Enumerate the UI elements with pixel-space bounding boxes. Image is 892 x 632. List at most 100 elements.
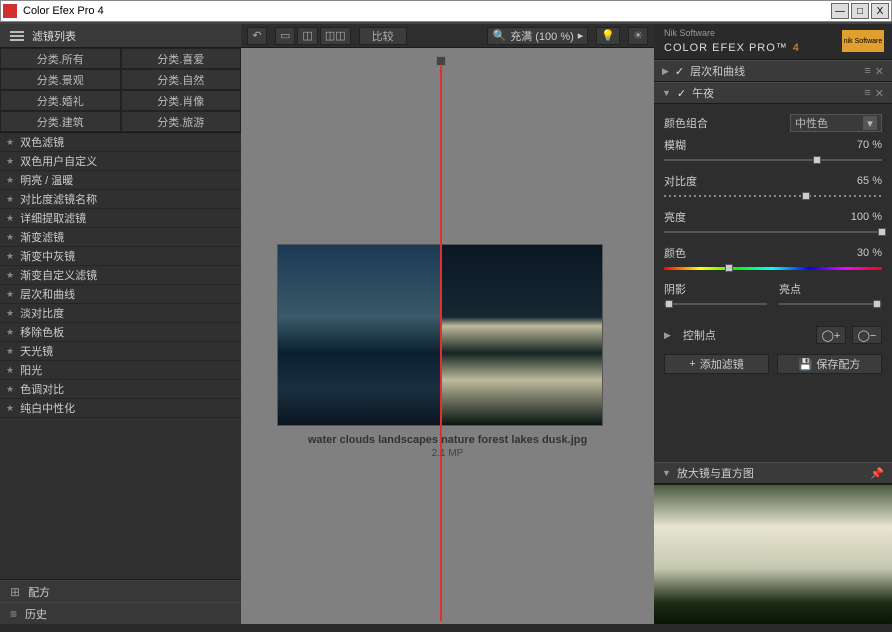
viewer-toolbar: ↶ ▭ ◫ ◫◫ 比较 🔍 充满 (100 %) ▸ 💡 ☀ [241,24,654,48]
bottom-tabs: ⊞配方 ≡历史 [0,579,241,624]
settings-button[interactable]: ☀ [628,27,648,45]
panel-levels-curves[interactable]: ▶ ✓ 层次和曲线 ≡✕ [654,60,892,82]
hamburger-icon[interactable] [10,29,24,43]
color-slider[interactable] [664,264,882,272]
filter-item[interactable]: ★对比度滤镜名称 [0,190,241,209]
minimize-button[interactable]: — [831,3,849,19]
triangle-icon[interactable]: ▶ [664,330,671,341]
star-icon: ★ [6,175,14,186]
recipe-icon: ⊞ [10,585,20,599]
filter-item[interactable]: ★层次和曲线 [0,285,241,304]
undo-button[interactable]: ↶ [247,27,267,45]
blur-slider[interactable] [664,156,882,164]
close-icon[interactable]: ✕ [875,87,884,100]
filter-list: ★双色滤镜 ★双色用户自定义 ★明亮 / 温暖 ★对比度滤镜名称 ★详细提取滤镜… [0,133,241,579]
filter-list-header: 滤镜列表 [0,24,241,48]
tab-recipe[interactable]: ⊞配方 [0,580,241,602]
contrast-label: 对比度 [664,173,857,189]
filter-item[interactable]: ★纯白中性化 [0,399,241,418]
image-filename: water clouds landscapes nature forest la… [241,434,654,446]
triangle-icon: ▶ [662,66,669,77]
filter-item[interactable]: ★淡对比度 [0,304,241,323]
tab-history[interactable]: ≡历史 [0,602,241,624]
view-split-button[interactable]: ◫ [297,27,317,45]
chevron-right-icon[interactable]: ▸ [578,29,584,42]
preview-after [440,245,602,425]
image-canvas[interactable]: water clouds landscapes nature forest la… [241,48,654,624]
blur-label: 模糊 [664,137,857,153]
close-icon[interactable]: ✕ [875,65,884,78]
left-panel: 滤镜列表 分类.所有 分类.喜爱 分类.景观 分类.自然 分类.婚礼 分类.肖像… [0,24,241,624]
image-size: 2.1 MP [241,448,654,459]
filter-item[interactable]: ★渐变自定义滤镜 [0,266,241,285]
brand-header: Nik Software COLOR EFEX PRO™ 4 nik Softw… [654,24,892,60]
star-icon: ★ [6,251,14,262]
category-item[interactable]: 分类.肖像 [121,90,242,111]
lightbulb-button[interactable]: 💡 [596,27,620,45]
filter-item[interactable]: ★双色用户自定义 [0,152,241,171]
save-icon: 💾 [799,358,813,371]
star-icon: ★ [6,194,14,205]
view-single-button[interactable]: ▭ [275,27,295,45]
blur-value: 70 % [857,139,882,151]
filter-item[interactable]: ★移除色板 [0,323,241,342]
save-recipe-button[interactable]: 💾保存配方 [777,354,882,374]
check-icon[interactable]: ✓ [677,87,686,100]
compare-button[interactable]: 比较 [359,27,407,45]
color-combo-select[interactable]: 中性色 ▾ [790,114,882,132]
zoom-control[interactable]: 🔍 充满 (100 %) ▸ [487,27,588,45]
category-item[interactable]: 分类.景观 [0,69,121,90]
remove-control-point-button[interactable]: ◯− [852,326,882,344]
pin-icon[interactable]: 📌 [870,467,884,480]
filter-item[interactable]: ★详细提取滤镜 [0,209,241,228]
menu-icon[interactable]: ≡ [864,87,870,100]
category-item[interactable]: 分类.旅游 [121,111,242,132]
add-filter-button[interactable]: +添加滤镜 [664,354,769,374]
panel-loupe[interactable]: ▼ 放大镜与直方图 📌 [654,462,892,484]
control-point-label: 控制点 [683,327,810,343]
filter-item[interactable]: ★阳光 [0,361,241,380]
add-control-point-button[interactable]: ◯+ [816,326,846,344]
filter-item[interactable]: ★渐变中灰镜 [0,247,241,266]
shadow-slider[interactable] [664,300,767,308]
maximize-button[interactable]: □ [851,3,869,19]
category-grid: 分类.所有 分类.喜爱 分类.景观 分类.自然 分类.婚礼 分类.肖像 分类.建… [0,48,241,133]
filter-item[interactable]: ★渐变滤镜 [0,228,241,247]
brightness-slider[interactable] [664,228,882,236]
search-icon: 🔍 [492,29,506,42]
highlight-slider[interactable] [779,300,882,308]
category-item[interactable]: 分类.所有 [0,48,121,69]
triangle-icon: ▼ [662,88,671,98]
category-item[interactable]: 分类.自然 [121,69,242,90]
star-icon: ★ [6,289,14,300]
divider-handle[interactable] [436,56,446,66]
category-item[interactable]: 分类.喜爱 [121,48,242,69]
filter-item[interactable]: ★天光镜 [0,342,241,361]
star-icon: ★ [6,346,14,357]
right-panel: Nik Software COLOR EFEX PRO™ 4 nik Softw… [654,24,892,624]
split-divider[interactable] [440,56,442,621]
star-icon: ★ [6,384,14,395]
category-item[interactable]: 分类.婚礼 [0,90,121,111]
category-item[interactable]: 分类.建筑 [0,111,121,132]
menu-icon[interactable]: ≡ [864,65,870,78]
panel-midnight-body: 颜色组合 中性色 ▾ 模糊70 % 对比度65 % 亮度100 % 颜色30 %… [654,104,892,322]
filter-item[interactable]: ★明亮 / 温暖 [0,171,241,190]
contrast-slider[interactable] [664,192,882,200]
panel-midnight[interactable]: ▼ ✓ 午夜 ≡✕ [654,82,892,104]
check-icon[interactable]: ✓ [675,65,684,78]
brightness-value: 100 % [851,211,882,223]
star-icon: ★ [6,365,14,376]
color-value: 30 % [857,247,882,259]
star-icon: ★ [6,403,14,414]
shadow-label: 阴影 [664,281,767,297]
loupe-preview[interactable] [654,484,892,624]
filter-item[interactable]: ★双色滤镜 [0,133,241,152]
view-side-button[interactable]: ◫◫ [320,27,351,45]
zoom-label: 充满 (100 %) [510,28,574,44]
filter-item[interactable]: ★色调对比 [0,380,241,399]
plus-icon: + [689,358,695,370]
chevron-down-icon: ▾ [863,116,877,130]
color-combo-label: 颜色组合 [664,115,790,131]
close-button[interactable]: X [871,3,889,19]
